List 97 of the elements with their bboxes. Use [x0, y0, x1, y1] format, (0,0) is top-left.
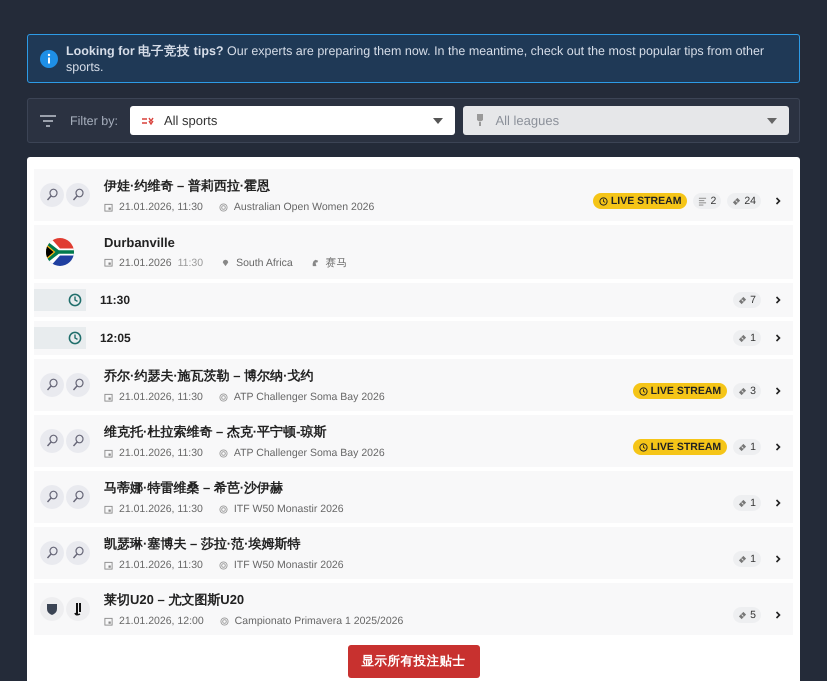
league-name: ATP Challenger Soma Bay 2026 — [234, 447, 385, 459]
clock-icon — [638, 442, 648, 452]
racket-icon — [40, 541, 64, 565]
tips-number: 7 — [750, 294, 756, 306]
racket-icon — [66, 373, 90, 397]
tips-number: 1 — [750, 497, 756, 509]
race-start-time[interactable]: 11:30 — [100, 293, 734, 307]
tips-number: 24 — [744, 195, 756, 207]
filter-icon — [40, 114, 56, 126]
ticket-icon — [738, 334, 748, 342]
crest-icon — [66, 597, 90, 621]
ticket-icon — [732, 196, 742, 206]
racket-icon — [66, 183, 90, 207]
show-all-tips-button[interactable]: 显示所有投注贴士 — [348, 645, 480, 678]
calendar-icon — [104, 616, 113, 626]
league-icon — [220, 616, 229, 626]
location-pin-icon — [221, 258, 230, 267]
match-title[interactable]: 马蒂娜·特雷维桑 – 希芭·沙伊赫 — [104, 479, 734, 497]
match-date: 21.01.2026, 11:30 — [119, 559, 203, 571]
racket-icon — [66, 541, 90, 565]
chevron-right-icon[interactable] — [773, 498, 783, 508]
calendar-icon — [104, 504, 113, 514]
tips-number: 3 — [750, 385, 756, 397]
race-start-time[interactable]: 12:05 — [100, 331, 734, 345]
match-date: 21.01.2026, 12:00 — [119, 615, 204, 627]
sports-icon — [142, 116, 154, 126]
ticket-icon — [738, 442, 748, 452]
match-date: 21.01.2026, 11:30 — [119, 201, 203, 213]
league-name: ITF W50 Monastir 2026 — [234, 503, 344, 515]
race-clock-icon — [68, 293, 82, 307]
race-time: 11:30 — [178, 256, 204, 268]
sport-select[interactable]: All sports — [130, 106, 456, 135]
horse-icon — [310, 258, 320, 267]
calendar-icon — [104, 202, 113, 212]
match-title[interactable]: 莱切U20 – 尤文图斯U20 — [104, 591, 734, 609]
match-date: 21.01.2026, 11:30 — [119, 503, 203, 515]
chevron-right-icon[interactable] — [773, 610, 783, 620]
chevron-right-icon[interactable] — [773, 295, 783, 305]
tips-number: 1 — [750, 441, 756, 453]
chevron-right-icon[interactable] — [773, 333, 783, 343]
league-icon — [218, 392, 228, 402]
clock-icon — [598, 196, 608, 206]
dropdown-caret-icon — [767, 118, 777, 124]
calendar-icon — [104, 560, 113, 570]
tips-number: 1 — [750, 553, 756, 565]
sport-name: 赛马 — [326, 256, 348, 270]
match-title[interactable]: 伊娃·约维奇 – 普莉西拉·霍恩 — [104, 177, 593, 195]
filter-label: Filter by: — [70, 114, 118, 128]
ticket-icon — [738, 554, 748, 564]
match-title[interactable]: 乔尔·约瑟夫·施瓦茨勒 – 博尔纳·戈约 — [104, 367, 633, 385]
live-stream-label: LIVE STREAM — [650, 441, 722, 453]
racket-icon — [40, 183, 64, 207]
league-icon — [218, 448, 228, 458]
league-icon — [218, 202, 228, 212]
league-icon — [218, 504, 228, 514]
racket-icon — [66, 485, 90, 509]
venue-title: Durbanville — [104, 234, 176, 250]
info-message: Looking for 电子竞技 tips? Our experts are preparing them now. In the meantime, check out the most popular tips from other sports. — [66, 43, 766, 74]
racket-icon — [40, 373, 64, 397]
match-date: 21.01.2026, 11:30 — [119, 447, 203, 459]
race-clock-icon — [68, 331, 82, 345]
info-icon — [40, 50, 58, 68]
flag-icon — [46, 238, 74, 266]
chevron-right-icon[interactable] — [773, 442, 783, 452]
trophy-icon — [475, 114, 486, 128]
league-icon — [218, 560, 228, 570]
match-date: 21.01.2026, 11:30 — [119, 391, 203, 403]
match-title[interactable]: 维克托·杜拉索维奇 – 杰克·平宁顿-琼斯 — [104, 423, 633, 441]
racket-icon — [66, 429, 90, 453]
ticket-icon — [738, 498, 748, 508]
live-stream-label: LIVE STREAM — [650, 385, 722, 397]
match-title[interactable]: 凯瑟琳·塞博夫 – 莎拉·范·埃姆斯特 — [104, 535, 734, 553]
calendar-icon — [104, 448, 113, 458]
crest-icon — [40, 597, 64, 621]
chevron-right-icon[interactable] — [773, 386, 783, 396]
tips-number: 5 — [750, 609, 756, 621]
live-stream-label: LIVE STREAM — [610, 195, 682, 207]
league-name: Australian Open Women 2026 — [234, 201, 374, 213]
ticket-icon — [738, 386, 748, 396]
league-name: ATP Challenger Soma Bay 2026 — [234, 391, 385, 403]
ticket-icon — [738, 296, 748, 304]
clock-icon — [638, 386, 648, 396]
list-icon — [698, 196, 708, 206]
calendar-icon — [104, 258, 113, 267]
league-name: Campionato Primavera 1 2025/2026 — [234, 615, 404, 627]
calendar-icon — [104, 392, 113, 402]
stats-number: 2 — [710, 195, 716, 207]
country-name: South Africa — [236, 256, 293, 268]
dropdown-caret-icon — [433, 118, 444, 124]
chevron-right-icon[interactable] — [773, 196, 783, 206]
tips-number: 1 — [750, 332, 756, 344]
chevron-right-icon[interactable] — [773, 554, 783, 564]
league-name: ITF W50 Monastir 2026 — [234, 559, 344, 571]
racket-icon — [40, 485, 64, 509]
ticket-icon — [738, 610, 748, 620]
racket-icon — [40, 429, 64, 453]
race-date: 21.01.2026 — [119, 256, 172, 268]
